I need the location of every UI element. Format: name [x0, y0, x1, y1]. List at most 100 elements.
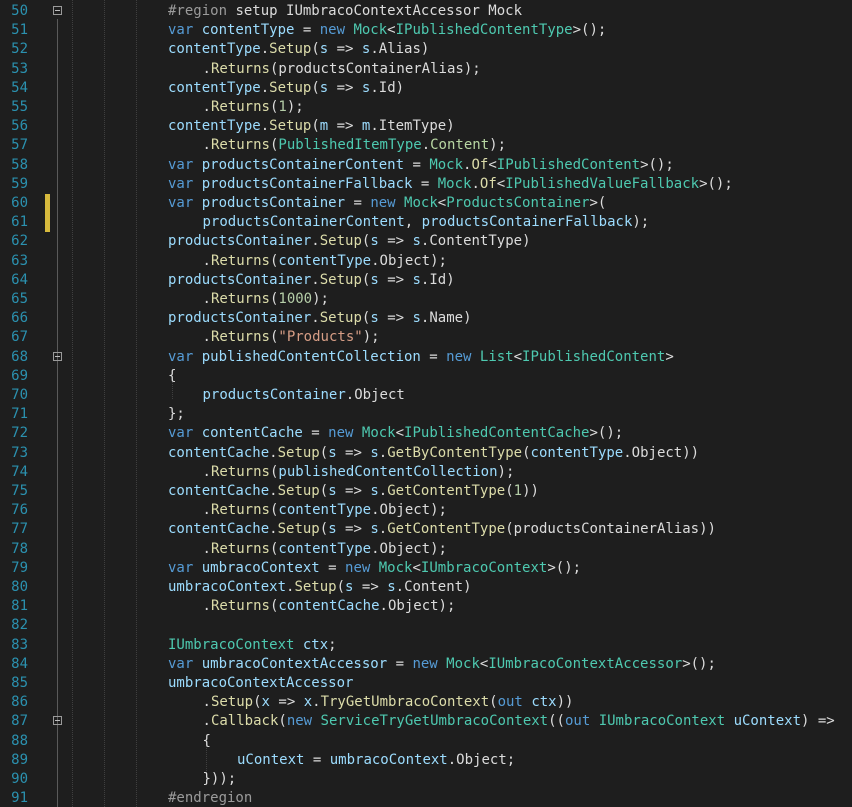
code-line[interactable]: 80 umbracoContext.Setup(s => s.Content) — [0, 578, 852, 597]
code-line[interactable]: 53 .Returns(productsContainerAlias); — [0, 60, 852, 79]
code-line[interactable]: 62 productsContainer.Setup(s => s.Content… — [0, 232, 852, 251]
code-line[interactable]: 76 .Returns(contentType.Object); — [0, 501, 852, 520]
code-token: new — [412, 655, 447, 672]
code-token: . — [312, 694, 321, 711]
code-line[interactable]: 72 var contentCache = new Mock<IPublished… — [0, 424, 852, 443]
code-token: uContext — [237, 751, 305, 768]
code-line[interactable]: 68 var publishedContentCollection = new L… — [0, 348, 852, 367]
code-line[interactable]: 88 { — [0, 732, 852, 751]
code-token: ( — [489, 694, 498, 711]
code-line[interactable]: 67 .Returns("Products"); — [0, 328, 852, 347]
code-token: .Object)) — [623, 444, 700, 461]
code-token: . — [202, 502, 211, 519]
code-token: umbracoContext — [329, 751, 448, 768]
code-token: ); — [312, 291, 329, 307]
code-token: 1 — [513, 483, 523, 499]
line-number: 70 — [11, 387, 28, 403]
code-text: var productsContainer = new Mock<Product… — [168, 194, 606, 213]
code-token: IPublishedContent — [522, 348, 666, 365]
code-token: Setup — [269, 118, 312, 135]
code-token: contentType — [278, 540, 372, 557]
code-line[interactable]: 85 umbracoContextAccessor — [0, 674, 852, 693]
code-token: . — [378, 483, 388, 499]
code-line[interactable]: 84 var umbracoContextAccessor = new Mock<… — [0, 655, 852, 674]
code-line[interactable]: 70 productsContainer.Object — [0, 386, 852, 405]
code-line[interactable]: 52 contentType.Setup(s => s.Alias) — [0, 40, 852, 59]
code-line[interactable]: 59 var productsContainerFallback = Mock.O… — [0, 175, 852, 194]
code-line[interactable]: 74 .Returns(publishedContentCollection); — [0, 463, 852, 482]
code-token: contentType — [168, 41, 261, 58]
code-token: Mock — [437, 175, 472, 192]
code-line[interactable]: 78 .Returns(contentType.Object); — [0, 540, 852, 559]
line-number: 83 — [11, 636, 28, 653]
code-line[interactable]: 90})); — [0, 770, 852, 789]
code-token: ( — [522, 444, 531, 461]
code-line[interactable]: 87 .Callback(new ServiceTryGetUmbracoCont… — [0, 712, 852, 731]
code-token: productsContainer — [202, 387, 346, 403]
code-token: s — [328, 521, 337, 538]
code-line[interactable]: 57 .Returns(PublishedItemType.Content); — [0, 136, 852, 155]
code-line[interactable]: 61 productsContainerContent, productsCont… — [0, 213, 852, 233]
code-line[interactable]: 55 .Returns(1); — [0, 98, 852, 117]
line-number: 67 — [11, 329, 28, 346]
code-token: => — [269, 694, 304, 711]
code-line[interactable]: 56 contentType.Setup(m => m.ItemType) — [0, 117, 852, 136]
code-line[interactable]: 83 IUmbracoContext ctx; — [0, 636, 852, 655]
line-number: 88 — [11, 732, 28, 749]
code-text: productsContainer.Setup(s => s.Id) — [168, 271, 455, 290]
code-line[interactable]: 58 var productsContainerContent = Mock.Of… — [0, 156, 852, 175]
code-line[interactable]: 79 var umbracoContext = new Mock<IUmbraco… — [0, 559, 852, 578]
code-token: contentType — [168, 118, 261, 135]
code-token: contentType — [168, 79, 261, 96]
code-token: contentCache — [201, 425, 303, 442]
code-line[interactable]: 86 .Setup(x => x.TryGetUmbracoContext(out… — [0, 693, 852, 712]
code-line[interactable]: 54 contentType.Setup(s => s.Id) — [0, 79, 852, 98]
code-line[interactable]: 50 #region setup IUmbracoContextAccessor … — [0, 2, 852, 21]
code-token: .Alias) — [370, 41, 430, 58]
code-token: .Object); — [371, 502, 447, 519]
collapse-icon[interactable] — [53, 716, 62, 726]
line-number: 52 — [11, 41, 28, 58]
code-line[interactable]: 60 var productsContainer = new Mock<Produ… — [0, 194, 852, 213]
code-token: = — [420, 348, 447, 365]
code-token: .Object — [345, 387, 405, 403]
code-line[interactable]: 65 .Returns(1000); — [0, 290, 852, 309]
code-line[interactable]: 89 uContext = umbracoContext.Object; — [0, 751, 852, 770]
code-token: publishedContentCollection — [278, 463, 498, 480]
code-line[interactable]: 77 contentCache.Setup(s => s.GetContentTy… — [0, 520, 852, 539]
line-number: 91 — [11, 790, 28, 807]
collapse-icon[interactable] — [53, 6, 62, 15]
code-line[interactable]: 69 { — [0, 367, 852, 386]
code-line[interactable]: 63 .Returns(contentType.Object); — [0, 252, 852, 271]
code-token: Returns — [210, 329, 270, 346]
code-editor[interactable]: 50 #region setup IUmbracoContextAccessor … — [0, 0, 852, 807]
code-line[interactable]: 51 var contentType = new Mock<IPublishedC… — [0, 21, 852, 40]
code-token: Of — [471, 156, 489, 173]
code-token: { — [202, 732, 211, 749]
code-text: { — [203, 732, 211, 751]
code-token: .Object); — [379, 598, 456, 615]
code-token: out — [564, 713, 591, 730]
code-line[interactable]: 73 contentCache.Setup(s => s.GetByContent… — [0, 444, 852, 463]
code-token: . — [202, 291, 211, 307]
code-line[interactable]: 64 productsContainer.Setup(s => s.Id) — [0, 271, 852, 290]
code-line[interactable]: 82 — [0, 616, 852, 635]
code-token: Mock — [353, 22, 388, 39]
code-line[interactable]: 71}; — [0, 405, 852, 424]
code-token: Setup — [269, 79, 312, 96]
line-number: 86 — [11, 694, 28, 711]
code-token: contentType — [201, 22, 295, 39]
code-line[interactable]: 75 contentCache.Setup(s => s.GetContentTy… — [0, 482, 852, 501]
code-token: => — [378, 310, 413, 327]
code-token: . — [421, 137, 431, 154]
code-line[interactable]: 91 #endregion — [0, 789, 852, 807]
code-token: var — [168, 655, 202, 672]
code-token: productsContainer — [201, 195, 346, 211]
collapse-icon[interactable] — [53, 351, 62, 361]
code-line[interactable]: 81 .Returns(contentCache.Object); — [0, 597, 852, 616]
code-token: . — [311, 271, 320, 288]
code-token: => — [336, 483, 371, 499]
code-token: IUmbracoContext — [420, 559, 548, 576]
code-line[interactable]: 66 productsContainer.Setup(s => s.Name) — [0, 309, 852, 328]
